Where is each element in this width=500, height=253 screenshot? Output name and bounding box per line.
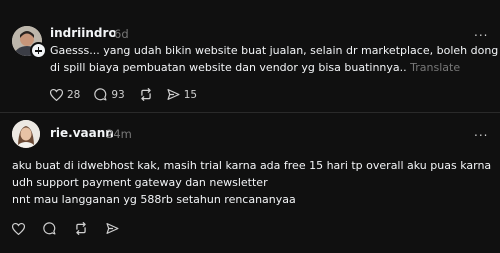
like-button[interactable]: 28 (50, 88, 81, 101)
comment-icon (43, 222, 56, 235)
repost-icon (141, 88, 151, 101)
reply-button[interactable] (43, 222, 56, 235)
post-indriindro: indriindro 6d ... Gaesss... yang udah bi… (0, 0, 500, 112)
heart-icon (12, 222, 25, 235)
repost-button[interactable] (74, 222, 88, 235)
like-count: 28 (67, 88, 81, 101)
comment-icon (94, 88, 107, 101)
timestamp: 24m (106, 127, 132, 141)
share-count: 15 (183, 88, 198, 101)
repost-button[interactable] (139, 88, 153, 101)
post-text-line-1: Gaesss... yang udah bikin website buat j… (50, 44, 499, 57)
post-text-line-2: di spill biaya pembuatan website dan ven… (50, 61, 461, 74)
share-button[interactable] (106, 222, 119, 235)
post-rievaann: rie.vaann 24m ... aku buat di idwebhost … (0, 113, 500, 253)
heart-icon (50, 88, 63, 101)
translate-link[interactable]: Translate (410, 61, 460, 74)
reply-button[interactable]: 93 (94, 88, 125, 101)
username[interactable]: rie.vaann (50, 126, 114, 140)
repost-icon (76, 222, 86, 235)
more-options-icon[interactable]: ... (474, 25, 488, 39)
follow-plus-icon[interactable] (30, 42, 47, 59)
send-icon (167, 89, 180, 100)
timestamp: 6d (114, 27, 129, 41)
post-text-line-1: aku buat di idwebhost kak, masih trial k… (12, 159, 492, 172)
post-actions: 28 93 15 (50, 88, 211, 101)
share-button[interactable]: 15 (167, 88, 197, 101)
like-button[interactable] (12, 222, 25, 235)
send-icon (106, 223, 119, 234)
post-text: aku buat di idwebhost kak, masih trial k… (12, 157, 491, 208)
post-text-line-2: udh support payment gateway dan newslett… (12, 176, 268, 189)
avatar[interactable] (12, 120, 40, 148)
avatar-photo-icon (12, 120, 40, 148)
post-text: Gaesss... yang udah bikin website buat j… (50, 42, 498, 76)
post-actions (12, 222, 133, 235)
more-options-icon[interactable]: ... (474, 125, 488, 139)
reply-count: 93 (111, 88, 125, 101)
username[interactable]: indriindro (50, 26, 117, 40)
post-text-line-3: nnt mau langganan yg 588rb setahun renca… (12, 193, 296, 206)
